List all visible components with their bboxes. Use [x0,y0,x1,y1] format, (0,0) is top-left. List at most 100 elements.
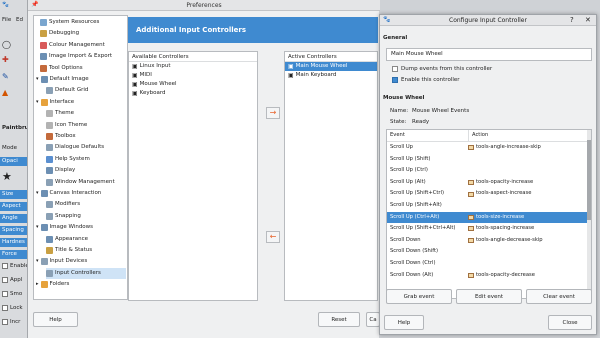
table-row[interactable]: Scroll Down tools-angle-decrease-skip [387,235,591,247]
scrollbar-thumb[interactable] [587,140,591,220]
ellipse-select-icon[interactable]: ◯ [2,40,11,49]
table-scrollbar[interactable] [587,130,591,300]
table-row[interactable]: Scroll Up (Ctrl+Alt) tools-size-increase [387,211,591,224]
expander-icon[interactable]: ▾ [36,97,39,108]
enable-checkbox-box[interactable] [392,77,398,83]
available-controller-item[interactable]: ▣ Mouse Wheel [129,80,257,89]
tree-item[interactable]: Display [46,165,126,176]
remove-controller-button[interactable]: ← [266,231,280,243]
action-cell-container: tools-angle-increase-skip [468,142,591,154]
preferences-category-tree[interactable]: System Resources Debugging Colour Manageme… [33,15,128,300]
menu-file[interactable]: File [2,17,11,23]
enable-controller-checkbox[interactable]: Enable this controller [392,77,460,83]
tree-item[interactable]: Window Management [46,177,126,188]
available-controller-item[interactable]: ▣ Linux Input [129,62,257,71]
dump-events-checkbox[interactable]: Dump events from this controller [392,66,492,72]
tree-item[interactable]: Default Grid [46,85,126,96]
pin-icon[interactable]: 📌 [31,1,38,8]
tool-action-icon [468,238,474,244]
table-row[interactable]: Scroll Up tools-angle-increase-skip [387,142,591,154]
tree-item[interactable]: ▸ Folders [36,279,126,290]
reset-button[interactable]: Reset [318,312,360,327]
angle-slider[interactable]: Angle [0,214,30,223]
action-cell: tools-opacity-increase [476,178,534,185]
expander-icon[interactable]: ▾ [36,188,39,199]
table-row[interactable]: Scroll Up (Shift) [387,154,591,166]
opacity-slider[interactable]: Opaci [0,157,30,166]
tree-item[interactable]: Tool Options [40,63,126,74]
cancel-button[interactable]: Ca [366,312,380,327]
expander-icon[interactable]: ▾ [36,222,39,233]
enable-checkbox[interactable]: Enable [2,263,29,269]
hardness-slider[interactable]: Hardnes [0,238,30,247]
tree-item[interactable]: Input Controllers [46,267,126,279]
available-controller-label: Keyboard [139,90,166,96]
tree-item[interactable]: Image Import & Export [40,51,126,62]
brush-preview-icon[interactable]: ★ [2,170,12,183]
table-row[interactable]: Scroll Up (Shift+Ctrl) tools-aspect-incre… [387,188,591,200]
table-row[interactable]: Scroll Down (Alt) tools-opacity-decrease [387,270,591,282]
event-column-header[interactable]: Event [387,130,468,141]
table-row[interactable]: Scroll Up (Shift+Alt) [387,200,591,212]
tree-item[interactable]: ▾ Canvas Interaction [36,188,126,199]
available-controllers-list[interactable]: Available Controllers ▣ Linux Input ▣ MIDI ▣… [128,51,258,301]
close-icon[interactable]: ✕ [585,16,591,24]
tree-item[interactable]: Modifiers [46,199,126,210]
help-question-icon[interactable]: ? [570,16,574,24]
tree-item[interactable]: Snapping [46,211,126,222]
force-slider[interactable]: Force [0,250,30,259]
action-cell: tools-angle-decrease-skip [476,236,543,243]
expander-icon[interactable]: ▾ [36,74,39,85]
tree-item[interactable]: Icon Theme [46,120,126,131]
table-row[interactable]: Scroll Up (Ctrl) [387,165,591,177]
pencil-tool-icon[interactable]: ✎ [2,72,9,81]
apply-checkbox[interactable]: Appl [2,277,22,283]
event-cell: Scroll Up (Shift+Ctrl+Alt) [390,225,456,232]
clear-event-button[interactable]: Clear event [526,289,592,304]
table-row[interactable]: Scroll Down (Shift) [387,246,591,258]
expander-icon[interactable]: ▸ [36,279,39,290]
event-action-table[interactable]: Event Action Scroll Up tools-angle-increa… [386,129,592,300]
tree-item[interactable]: Appearance [46,234,126,245]
aspect-slider[interactable]: Aspect [0,202,30,211]
heal-tool-icon[interactable]: ✚ [2,55,9,64]
active-controller-item[interactable]: ▣ Main Keyboard [285,71,377,80]
dialog-title: Configure Input Controller [449,17,527,24]
tree-item[interactable]: ▾ Interface [36,97,126,108]
available-controller-item[interactable]: ▣ MIDI [129,71,257,80]
paint-tool-icon[interactable]: ▲ [2,88,8,97]
add-controller-button[interactable]: → [266,107,280,119]
help-button[interactable]: Help [33,312,78,327]
tree-item[interactable]: Debugging [40,28,126,39]
table-row[interactable]: Scroll Up (Shift+Ctrl+Alt) tools-spacing-… [387,223,591,235]
menu-edit[interactable]: Ed [16,17,23,23]
table-row[interactable]: Scroll Down (Ctrl) [387,258,591,270]
available-controller-item[interactable]: ▣ Keyboard [129,89,257,98]
incremental-checkbox[interactable]: Incr [2,319,20,325]
tree-item[interactable]: System Resources [40,17,126,28]
tree-item[interactable]: ▾ Image Windows [36,222,126,233]
controller-name-field[interactable]: Main Mouse Wheel [386,48,592,61]
smooth-checkbox[interactable]: Smo [2,291,22,297]
tree-item[interactable]: Dialogue Defaults [46,142,126,153]
grab-event-button[interactable]: Grab event [386,289,452,304]
dialog-close-button[interactable]: Close [548,315,592,330]
tree-item[interactable]: Toolbox [46,131,126,142]
tree-item[interactable]: Title & Status [46,245,126,256]
action-column-header[interactable]: Action [468,130,591,141]
size-slider[interactable]: Size [0,190,30,199]
spacing-slider[interactable]: Spacing [0,226,30,235]
tree-item[interactable]: ▾ Input Devices [36,256,126,267]
edit-event-button[interactable]: Edit event [456,289,522,304]
lock-checkbox[interactable]: Lock [2,305,23,311]
expander-icon[interactable]: ▾ [36,256,39,267]
tree-item[interactable]: ▾ Default Image [36,74,126,85]
table-row[interactable]: Scroll Up (Alt) tools-opacity-increase [387,177,591,189]
tree-item[interactable]: Theme [46,108,126,119]
dump-checkbox-box[interactable] [392,66,398,72]
tree-item[interactable]: Help System [46,154,126,165]
active-controller-item[interactable]: ▣ Main Mouse Wheel [285,62,377,71]
tree-item[interactable]: Colour Management [40,40,126,51]
active-controllers-list[interactable]: Active Controllers ▣ Main Mouse Wheel ▣ Mai… [284,51,378,301]
dialog-help-button[interactable]: Help [384,315,424,330]
